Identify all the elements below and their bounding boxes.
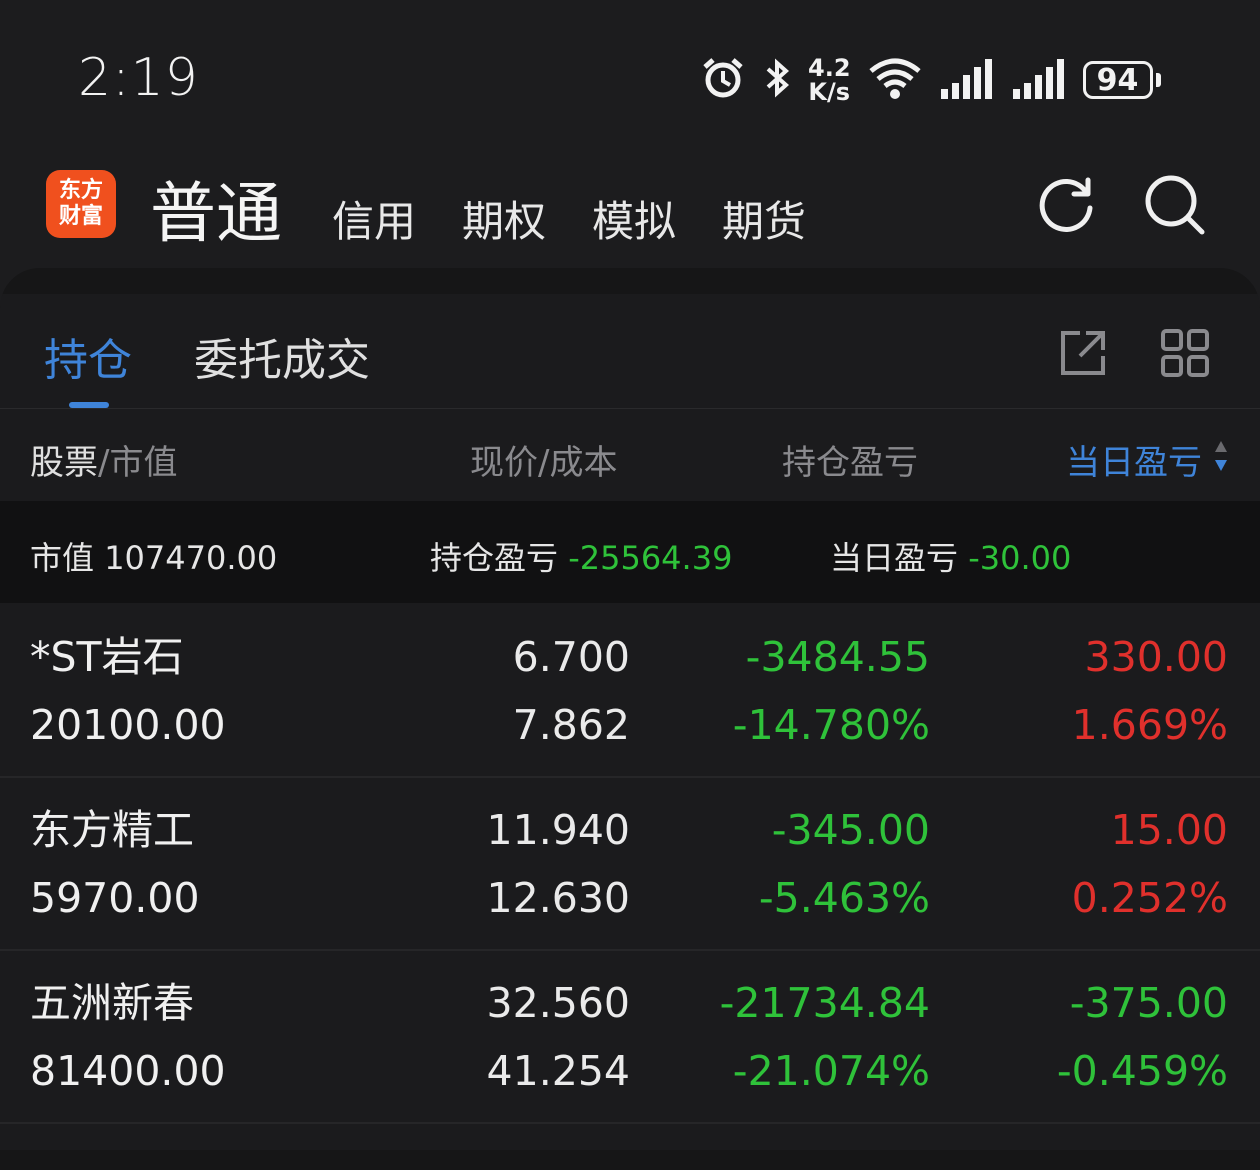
stock-day-pl-pct: 0.252% [1071,874,1228,922]
stock-holding-pl-pct: -21.074% [732,1047,930,1095]
summary-holding-pl: 持仓盈亏 -25564.39 [430,533,732,579]
stock-name: 五洲新春 [30,979,194,1027]
position-row[interactable]: 五洲新春 81400.00 32.560 41.254 -21734.84 -2… [0,950,1260,1124]
position-row[interactable]: 东方精工 5970.00 11.940 12.630 -345.00 -5.46… [0,777,1260,951]
col-stock-label: 股票 [30,443,98,483]
stock-holding-pl: -3484.55 [745,633,930,681]
account-tabs: 普通 信用 期权 模拟 期货 [150,160,852,252]
active-tab-indicator [69,402,109,408]
tab-options[interactable]: 期权 [462,188,546,249]
card-top-band [0,268,1260,294]
wifi-icon [867,55,923,105]
position-row[interactable]: *ST岩石 20100.00 6.700 7.862 -3484.55 -14.… [0,604,1260,778]
tab-simulation[interactable]: 模拟 [592,188,676,249]
stock-price: 6.700 [512,633,630,681]
signal-icon [1011,55,1067,105]
status-icons: 4.2 K/s 94 [700,52,1161,108]
stock-cost: 7.862 [512,701,630,749]
search-button[interactable] [1142,172,1206,236]
summary-holding-pl-value: -25564.39 [568,539,733,577]
col-price-cost[interactable]: 现价/成本 [470,435,617,484]
battery-icon: 94 [1082,61,1161,99]
share-icon[interactable] [1058,328,1108,378]
footer-band [0,1150,1260,1170]
logo-line2: 财富 [58,204,103,229]
summary-day-pl-value: -30.00 [968,539,1072,577]
stock-day-pl: -375.00 [1069,979,1228,1027]
status-time: 2:19 [78,48,199,108]
sub-tabs: 持仓 委托成交 [0,294,1260,409]
col-holding-pl[interactable]: 持仓盈亏 [782,435,918,484]
summary-day-pl: 当日盈亏 -30.00 [830,533,1071,579]
stock-market-value: 20100.00 [30,701,226,749]
summary-market-value-number: 107470.00 [104,539,278,577]
bluetooth-icon [762,55,792,105]
summary-holding-pl-label: 持仓盈亏 [430,539,559,577]
stock-market-value: 5970.00 [30,874,200,922]
stock-day-pl-pct: -0.459% [1056,1047,1228,1095]
battery-level: 94 [1096,62,1139,98]
refresh-button[interactable] [1034,172,1098,236]
net-speed: 4.2 K/s [808,56,851,104]
stock-day-pl-pct: 1.669% [1071,701,1228,749]
search-icon [1142,175,1206,240]
stock-holding-pl: -345.00 [771,806,930,854]
summary-day-pl-label: 当日盈亏 [830,539,959,577]
col-day-pl-label: 当日盈亏 [1066,443,1202,483]
refresh-icon [1034,177,1098,240]
stock-cost: 12.630 [486,874,630,922]
stock-price: 11.940 [486,806,630,854]
stock-price: 32.560 [486,979,630,1027]
stock-name: 东方精工 [30,806,194,854]
stock-holding-pl: -21734.84 [719,979,930,1027]
col-market-value-label: /市值 [98,443,178,483]
status-bar: 2:19 4.2 K/s 94 [0,0,1260,150]
tab-orders[interactable]: 委托成交 [194,324,370,388]
net-speed-unit: K/s [808,78,851,106]
stock-day-pl: 15.00 [1110,806,1228,854]
app-logo[interactable]: 东方 财富 [46,170,116,238]
tab-credit[interactable]: 信用 [332,188,416,249]
sort-icon[interactable] [1214,439,1228,482]
logo-line1: 东方 [58,178,103,203]
grid-icon[interactable] [1160,328,1210,378]
col-day-pl[interactable]: 当日盈亏 [1066,435,1202,484]
tab-holding[interactable]: 持仓 [44,324,132,388]
net-speed-value: 4.2 [808,54,851,82]
stock-holding-pl-pct: -14.780% [732,701,930,749]
tab-futures[interactable]: 期货 [722,188,806,249]
tab-normal[interactable]: 普通 [150,160,282,256]
summary-market-value-label: 市值 [30,539,95,577]
positions-card: 持仓 委托成交 股票/市值 现价/成本 持仓盈亏 当日盈亏 市值 107470.… [0,268,1260,1170]
stock-day-pl: 330.00 [1084,633,1228,681]
summary-bar: 市值 107470.00 持仓盈亏 -25564.39 当日盈亏 -30.00 [0,501,1260,603]
stock-holding-pl-pct: -5.463% [758,874,930,922]
summary-market-value: 市值 107470.00 [30,533,277,579]
stock-name: *ST岩石 [30,633,184,681]
column-header: 股票/市值 现价/成本 持仓盈亏 当日盈亏 [0,409,1260,501]
signal-icon [939,55,995,105]
stock-cost: 41.254 [486,1047,630,1095]
col-stock[interactable]: 股票/市值 [30,435,177,484]
alarm-icon [700,55,746,105]
stock-market-value: 81400.00 [30,1047,226,1095]
